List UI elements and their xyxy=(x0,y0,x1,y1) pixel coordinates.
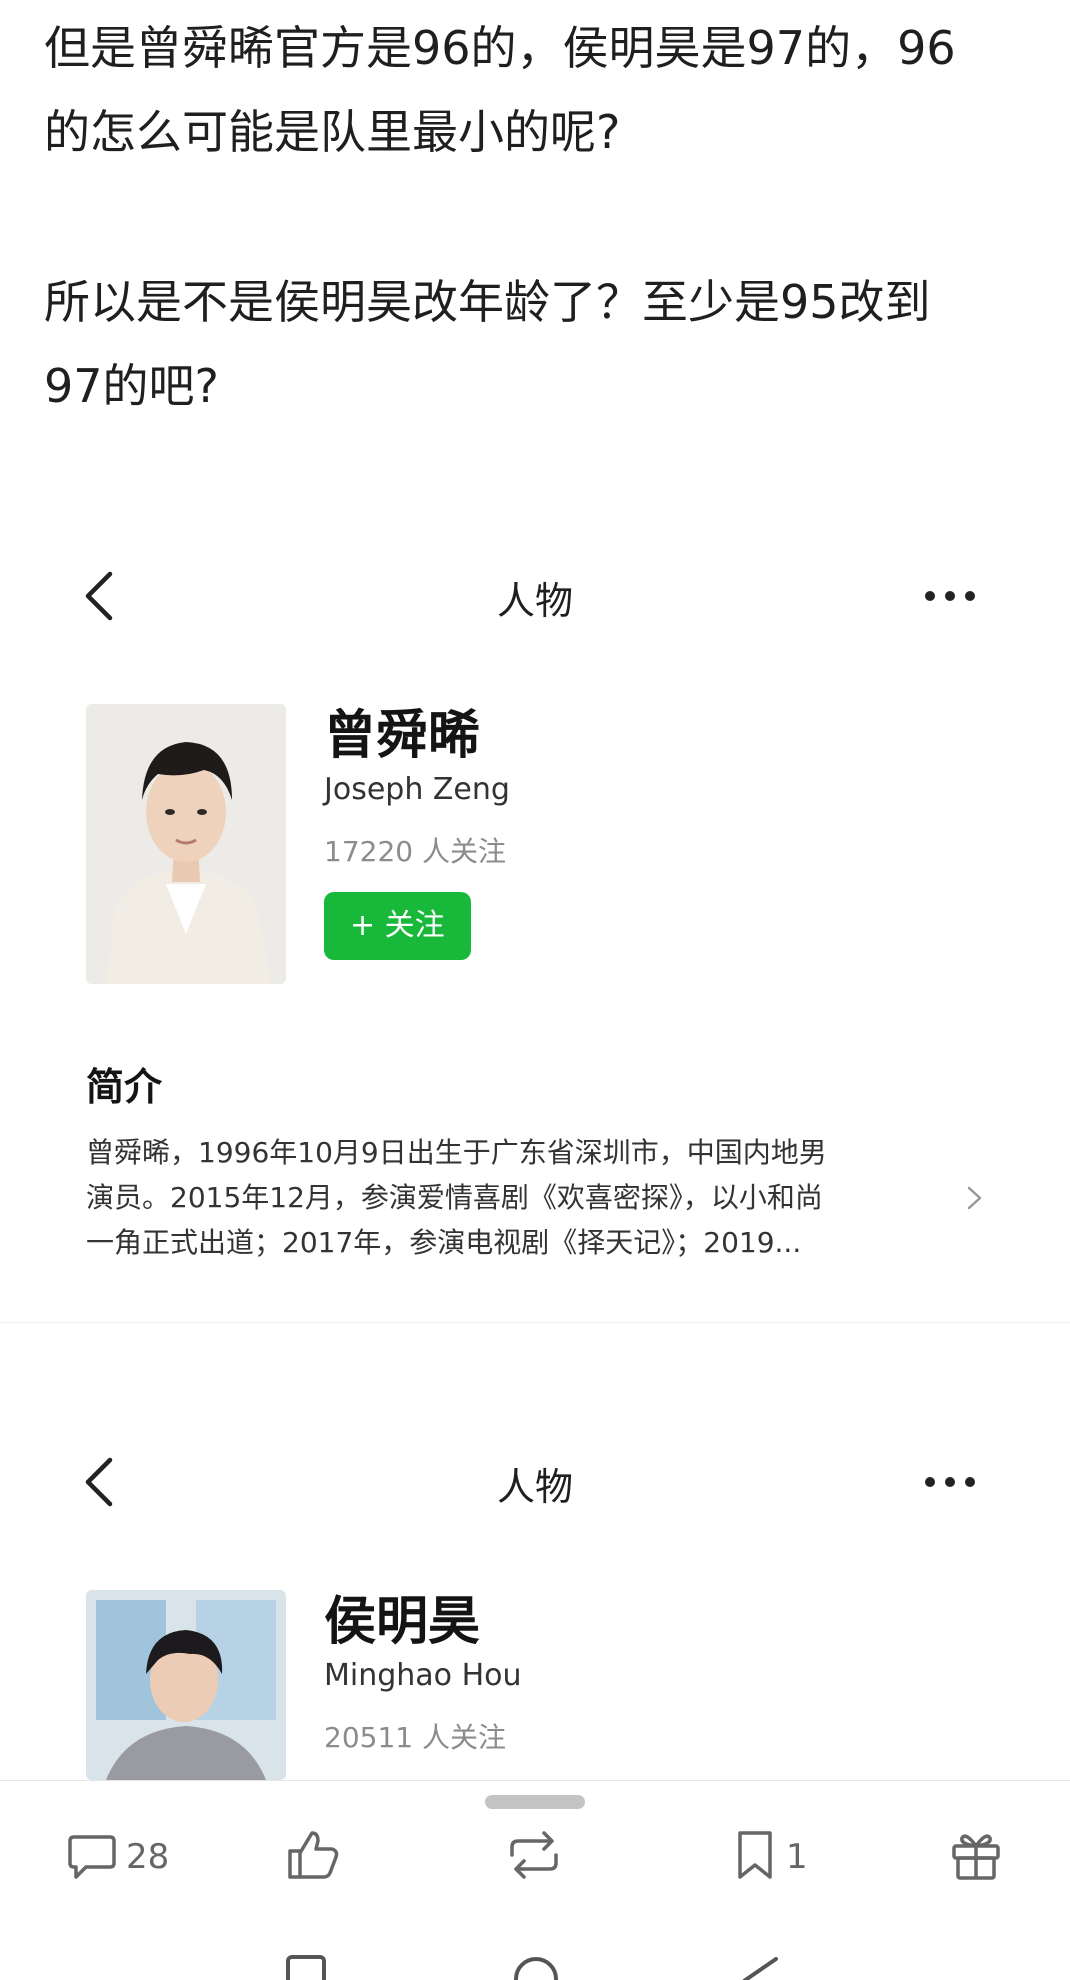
gift-icon xyxy=(948,1826,1004,1888)
card-header: 人物 xyxy=(0,540,1070,650)
comment-icon xyxy=(64,1827,120,1887)
follower-count: 17220 人关注 xyxy=(324,835,506,868)
avatar[interactable] xyxy=(86,1590,286,1780)
person-name: 侯明昊 xyxy=(324,1592,481,1652)
gift-button[interactable] xyxy=(948,1827,1004,1887)
post-text: 但是曾舜晞官方是96的，侯明昊是97的，96 的怎么可能是队里最小的呢? 所以是… xyxy=(44,6,1034,428)
intro-section[interactable]: 简介 曾舜晞，1996年10月9日出生于广东省深圳市，中国内地男 演员。2015… xyxy=(86,1062,986,1265)
bookmark-button[interactable]: 1 xyxy=(730,1827,808,1887)
comment-button[interactable]: 28 xyxy=(64,1827,169,1887)
person-name: 曾舜晞 xyxy=(324,706,481,766)
system-back-icon[interactable] xyxy=(736,1953,784,1980)
system-home-icon[interactable] xyxy=(284,1953,328,1980)
repost-icon xyxy=(502,1825,566,1889)
page: 但是曾舜晞官方是96的，侯明昊是97的，96 的怎么可能是队里最小的呢? 所以是… xyxy=(0,0,1070,1980)
intro-line: 一角正式出道；2017年，参演电视剧《择天记》；2019... xyxy=(86,1226,802,1259)
header-title: 人物 xyxy=(496,1465,573,1509)
card-header: 人物 xyxy=(0,1426,1070,1536)
post-line: 97的吧? xyxy=(44,359,219,413)
like-icon xyxy=(282,1825,342,1889)
more-dots-icon[interactable] xyxy=(920,578,980,614)
divider xyxy=(0,1322,1070,1323)
post-line: 的怎么可能是队里最小的呢? xyxy=(44,105,621,159)
person-card-1: 人物 曾舜晞 Joseph Zeng 17220 人关注 + 关注 简介 曾舜晞… xyxy=(0,540,1070,1280)
intro-title: 简介 xyxy=(86,1065,163,1109)
person-card-2: 人物 侯明昊 Minghao Hou 20511 人关注 xyxy=(0,1426,1070,1780)
header-title: 人物 xyxy=(496,579,573,623)
chevron-right-icon[interactable] xyxy=(964,1180,986,1216)
comment-count: 28 xyxy=(126,1837,170,1877)
like-button[interactable] xyxy=(282,1827,342,1887)
more-dots-icon[interactable] xyxy=(920,1464,980,1500)
post-line: 所以是不是侯明昊改年龄了？至少是95改到 xyxy=(44,275,931,329)
repost-button[interactable] xyxy=(502,1827,566,1887)
system-circle-icon[interactable] xyxy=(512,1953,560,1980)
person-english-name: Minghao Hou xyxy=(324,1658,522,1693)
bookmark-count: 1 xyxy=(786,1837,808,1877)
follower-count: 20511 人关注 xyxy=(324,1721,506,1754)
intro-line: 演员。2015年12月，参演爱情喜剧《欢喜密探》，以小和尚 xyxy=(86,1181,823,1214)
profile-info: 曾舜晞 Joseph Zeng 17220 人关注 + 关注 xyxy=(324,704,924,960)
bookmark-icon xyxy=(730,1827,780,1887)
intro-body: 曾舜晞，1996年10月9日出生于广东省深圳市，中国内地男 演员。2015年12… xyxy=(86,1130,946,1265)
profile-info: 侯明昊 Minghao Hou 20511 人关注 xyxy=(324,1590,924,1758)
avatar[interactable] xyxy=(86,704,286,984)
drag-handle[interactable] xyxy=(485,1795,585,1809)
post-line: 但是曾舜晞官方是96的，侯明昊是97的，96 xyxy=(44,21,956,75)
follow-button[interactable]: + 关注 xyxy=(324,892,471,960)
intro-line: 曾舜晞，1996年10月9日出生于广东省深圳市，中国内地男 xyxy=(86,1136,827,1169)
person-english-name: Joseph Zeng xyxy=(324,772,510,807)
bottom-action-bar: 28 1 xyxy=(0,1780,1070,1980)
